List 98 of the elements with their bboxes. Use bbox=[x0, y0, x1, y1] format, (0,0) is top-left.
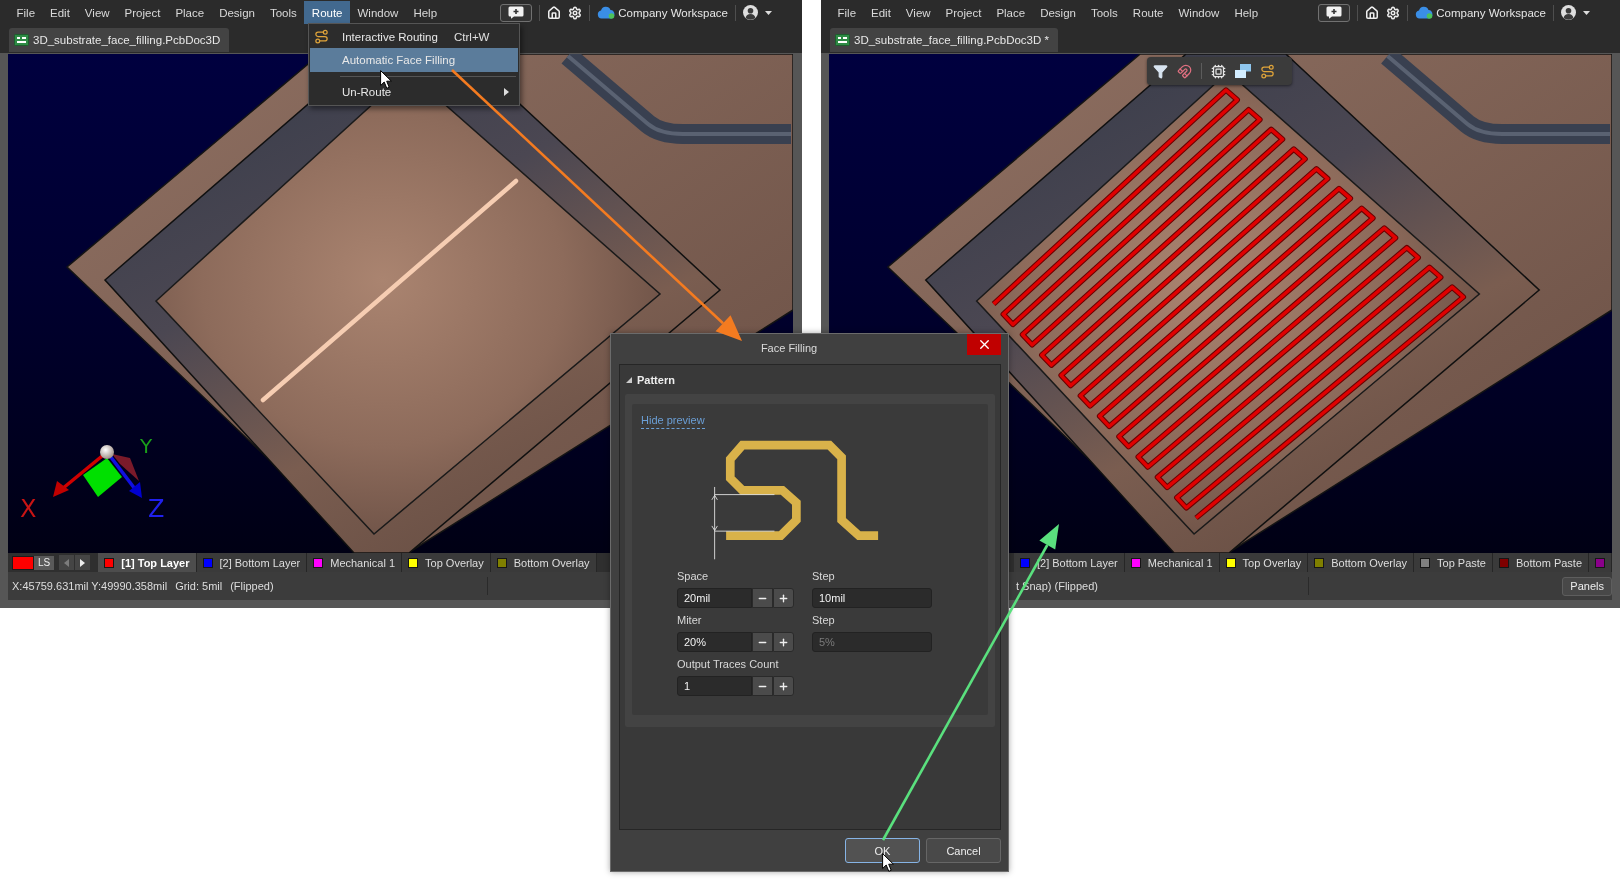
dialog-button[interactable]: Cancel bbox=[926, 838, 1001, 863]
decrement-button[interactable] bbox=[752, 676, 773, 696]
dialog-title: Face Filling bbox=[759, 341, 819, 356]
dialog-button[interactable]: OK bbox=[845, 838, 920, 863]
hide-preview-link[interactable]: Hide preview bbox=[641, 413, 705, 429]
menu-item[interactable]: Automatic Face Filling bbox=[310, 48, 518, 72]
caret-down-icon[interactable] bbox=[1583, 10, 1590, 15]
axis-label: Z bbox=[148, 495, 165, 523]
status-text: (Flipped) bbox=[230, 580, 274, 592]
menu-item[interactable]: View bbox=[77, 1, 118, 24]
increment-button[interactable] bbox=[773, 676, 794, 696]
axis-label: X bbox=[20, 495, 37, 523]
decrement-button[interactable] bbox=[752, 588, 773, 608]
layer-tab[interactable]: [1] Top Layer bbox=[98, 553, 197, 572]
feedback-button[interactable] bbox=[1318, 3, 1351, 22]
panels-button[interactable]: Panels bbox=[1562, 576, 1612, 596]
layer-tab[interactable]: Bottom Overlay bbox=[1308, 553, 1415, 572]
value-field[interactable]: 1 bbox=[677, 676, 752, 696]
shortcut-label: Ctrl+W bbox=[454, 30, 491, 43]
menu-item[interactable]: Window bbox=[350, 1, 406, 24]
workspace-button[interactable]: Company Workspace bbox=[597, 6, 728, 19]
chip-icon[interactable] bbox=[1211, 63, 1226, 79]
status-text: X:45759.631mil Y:49990.358mil bbox=[12, 580, 168, 592]
board-file-icon bbox=[835, 34, 850, 46]
avatar-icon[interactable] bbox=[743, 5, 758, 20]
chat-plus-icon bbox=[1326, 6, 1343, 19]
layer-tab[interactable]: Bottom Paste bbox=[1493, 553, 1590, 572]
menu-item[interactable]: Project bbox=[938, 1, 989, 24]
document-tab[interactable]: 3D_substrate_face_filling.PcbDoc3D bbox=[9, 28, 230, 52]
avatar-icon[interactable] bbox=[1561, 5, 1576, 20]
cloud-icon bbox=[597, 6, 616, 19]
menu-item[interactable]: Interactive Routing Ctrl+W bbox=[310, 25, 518, 48]
menu-item[interactable]: Tools bbox=[262, 1, 305, 24]
layer-tab[interactable]: Mechanical 1 bbox=[1124, 553, 1220, 572]
plus-icon bbox=[778, 680, 789, 692]
settings-icon[interactable] bbox=[1386, 5, 1401, 20]
plus-icon bbox=[778, 592, 789, 604]
layer-tab[interactable]: Top Paste bbox=[1414, 553, 1493, 572]
menu-item[interactable]: Project bbox=[117, 1, 168, 24]
route-icon[interactable] bbox=[1260, 63, 1275, 79]
status-text: Grid: 5mil bbox=[175, 580, 223, 592]
menu-item[interactable]: Help bbox=[1226, 1, 1266, 24]
menu-item[interactable]: File bbox=[830, 1, 864, 24]
decrement-button[interactable] bbox=[752, 632, 773, 652]
mouse-cursor-icon bbox=[380, 70, 392, 89]
chat-plus-icon bbox=[508, 6, 525, 19]
section-header[interactable]: Pattern bbox=[625, 365, 995, 394]
document-tab[interactable]: 3D_substrate_face_filling.PcbDoc3D * bbox=[830, 28, 1058, 52]
route-icon bbox=[314, 29, 329, 44]
menu-item[interactable]: Window bbox=[1171, 1, 1227, 24]
field-label: Step bbox=[812, 569, 836, 584]
value-field[interactable]: 20mil bbox=[677, 588, 752, 608]
menu-item[interactable]: Tools bbox=[1083, 1, 1126, 24]
overlapping-squares-icon[interactable] bbox=[1235, 64, 1251, 78]
workspace-button[interactable]: Company Workspace bbox=[1415, 6, 1546, 19]
home-icon[interactable] bbox=[547, 5, 562, 20]
board-file-icon bbox=[14, 34, 29, 46]
plus-icon bbox=[778, 636, 789, 648]
layer-tab[interactable]: Mechanical 1 bbox=[307, 553, 403, 572]
menu-item[interactable]: Route bbox=[1125, 1, 1171, 24]
next-layer-button[interactable] bbox=[75, 555, 91, 570]
field-label: Step bbox=[812, 613, 836, 628]
menu-item[interactable]: View bbox=[898, 1, 939, 24]
layer-tab[interactable]: Top Overlay bbox=[1219, 553, 1309, 572]
menu-item[interactable]: Place bbox=[988, 1, 1033, 24]
close-button[interactable] bbox=[967, 334, 1001, 355]
menu-item[interactable]: Design bbox=[1032, 1, 1084, 24]
layer-tab[interactable]: Bottom Overlay bbox=[490, 553, 597, 572]
increment-button[interactable] bbox=[773, 632, 794, 652]
caret-down-icon[interactable] bbox=[765, 10, 772, 15]
menu-item[interactable]: Edit bbox=[863, 1, 899, 24]
menu-item[interactable]: Edit bbox=[42, 1, 78, 24]
menu-item[interactable]: File bbox=[9, 1, 43, 24]
menu-item[interactable]: Design bbox=[211, 1, 263, 24]
caret-right-icon bbox=[504, 88, 509, 96]
axis-label: Y bbox=[140, 434, 153, 458]
field-label: Space bbox=[677, 569, 710, 584]
cloud-icon bbox=[1415, 6, 1434, 19]
value-field[interactable]: 20% bbox=[677, 632, 752, 652]
menu-item[interactable]: Help bbox=[405, 1, 445, 24]
layer-set-button[interactable]: LS bbox=[34, 555, 55, 570]
field-label: Output Traces Count bbox=[677, 657, 780, 672]
caret-left-icon bbox=[64, 558, 70, 567]
value-field[interactable]: 10mil bbox=[812, 588, 932, 608]
layer-tab[interactable]: Top Overlay bbox=[402, 553, 491, 572]
menu-item[interactable]: Un-Route bbox=[310, 80, 518, 104]
caret-right-icon bbox=[80, 558, 86, 567]
menu-item[interactable]: Route bbox=[304, 1, 350, 24]
mouse-cursor-icon bbox=[882, 853, 894, 872]
menu-item[interactable]: Place bbox=[167, 1, 212, 24]
field-label: Miter bbox=[677, 613, 703, 628]
home-icon[interactable] bbox=[1365, 5, 1380, 20]
layer-tab[interactable]: [2] Bottom Layer bbox=[196, 553, 308, 572]
feedback-button[interactable] bbox=[500, 3, 533, 22]
increment-button[interactable] bbox=[773, 588, 794, 608]
settings-icon[interactable] bbox=[568, 5, 583, 20]
magnet-icon[interactable] bbox=[1177, 63, 1192, 79]
filter-icon[interactable] bbox=[1153, 63, 1168, 79]
